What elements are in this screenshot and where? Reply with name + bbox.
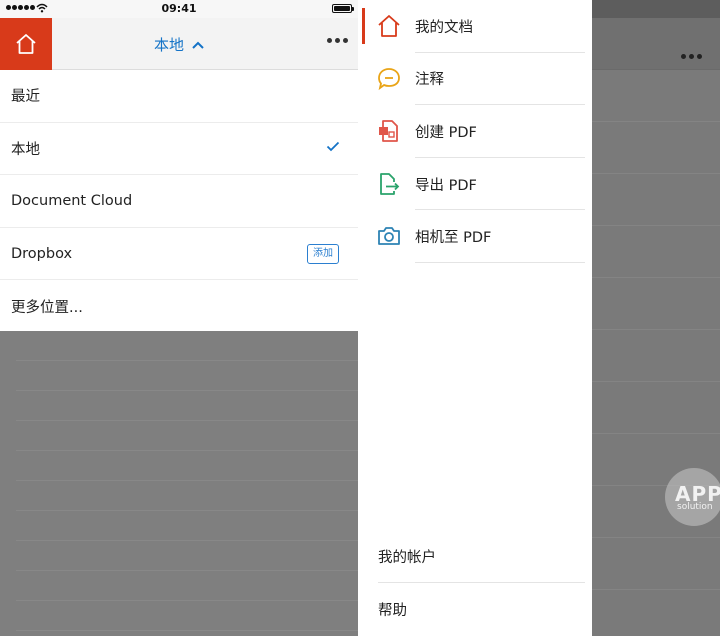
checkmark-icon <box>326 141 340 151</box>
drawer-item-label: 注释 <box>415 72 444 89</box>
comment-icon <box>375 65 403 93</box>
drawer-item-label: 创建 PDF <box>415 124 477 141</box>
add-dropbox-button[interactable]: 添加 <box>307 243 339 264</box>
drawer-item-label: 我的文档 <box>415 19 473 36</box>
menu-item-recent[interactable]: 最近 <box>0 70 358 123</box>
drawer-help[interactable]: 帮助 <box>358 583 592 636</box>
left-screen: 09:41 本地 最近 本地 Document Cloud Dropbox 添加… <box>0 0 358 636</box>
export-pdf-icon <box>375 170 403 198</box>
menu-item-label: Dropbox <box>11 245 73 262</box>
drawer-bottom-label: 帮助 <box>378 603 407 619</box>
location-menu: 最近 本地 Document Cloud Dropbox 添加 更多位置... <box>0 70 358 331</box>
more-button[interactable] <box>327 38 348 43</box>
camera-icon <box>375 222 403 250</box>
drawer-my-account[interactable]: 我的帐户 <box>358 530 592 583</box>
house-icon <box>375 12 403 40</box>
menu-item-local[interactable]: 本地 <box>0 123 358 176</box>
watermark-logo: APP solution <box>665 468 720 526</box>
menu-item-more-locations[interactable]: 更多位置... <box>0 280 358 333</box>
menu-item-dropbox[interactable]: Dropbox 添加 <box>0 228 358 281</box>
side-drawer: 我的文档 注释 创建 PDF 导出 PDF 相机至 PDF 我的帐户 帮助 <box>358 0 592 636</box>
menu-item-label: 本地 <box>11 141 40 158</box>
right-screen: 我的文档 注释 创建 PDF 导出 PDF 相机至 PDF 我的帐户 帮助 <box>358 0 720 636</box>
battery-icon <box>332 4 354 13</box>
menu-item-label: 最近 <box>11 89 40 106</box>
status-bar: 09:41 <box>0 0 358 18</box>
create-pdf-icon <box>375 117 403 145</box>
drawer-item-export-pdf[interactable]: 导出 PDF <box>358 158 592 211</box>
dimmed-file-list <box>16 331 358 636</box>
drawer-item-my-documents[interactable]: 我的文档 <box>358 0 592 53</box>
drawer-bottom-label: 我的帐户 <box>378 550 436 566</box>
chevron-up-icon <box>192 41 204 49</box>
menu-item-document-cloud[interactable]: Document Cloud <box>0 175 358 228</box>
drawer-item-label: 相机至 PDF <box>415 230 492 247</box>
nav-title-text: 本地 <box>153 36 184 54</box>
location-picker[interactable]: 本地 <box>0 34 358 55</box>
drawer-item-comments[interactable]: 注释 <box>358 53 592 106</box>
drawer-item-create-pdf[interactable]: 创建 PDF <box>358 105 592 158</box>
status-time: 09:41 <box>161 2 197 15</box>
menu-item-label: Document Cloud <box>11 192 133 209</box>
watermark-subtext: solution <box>677 502 713 512</box>
drawer-item-camera-to-pdf[interactable]: 相机至 PDF <box>358 210 592 263</box>
drawer-item-label: 导出 PDF <box>415 177 477 194</box>
menu-item-label: 更多位置... <box>11 300 83 317</box>
dimmed-background-app <box>592 0 720 636</box>
ellipsis-icon <box>681 54 702 59</box>
nav-bar: 本地 <box>0 18 358 70</box>
